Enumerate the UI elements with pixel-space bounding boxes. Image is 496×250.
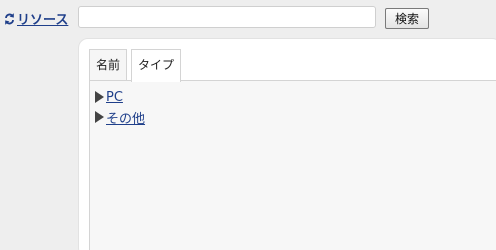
tree-link-pc[interactable]: PC [106, 90, 123, 105]
tab-bar: 名前 タイプ [89, 49, 185, 82]
tree-link-other[interactable]: その他 [106, 108, 145, 127]
tree-item-pc: PC [94, 87, 492, 107]
triangle-right-icon[interactable] [94, 91, 105, 103]
tab-type[interactable]: タイプ [131, 49, 182, 82]
search-input[interactable] [78, 6, 376, 28]
search-button[interactable]: 検索 [385, 8, 429, 29]
resource-link[interactable]: リソース [4, 9, 68, 28]
resource-browser: リソース 検索 名前 タイプ PC その他 [0, 0, 496, 250]
tab-content: PC その他 [89, 80, 496, 250]
tree-item-other: その他 [94, 107, 492, 127]
resource-label: リソース [17, 13, 69, 28]
triangle-right-icon[interactable] [94, 111, 105, 123]
resource-panel: 名前 タイプ PC その他 [78, 38, 496, 250]
reload-icon [5, 12, 14, 25]
tab-name[interactable]: 名前 [89, 49, 128, 81]
